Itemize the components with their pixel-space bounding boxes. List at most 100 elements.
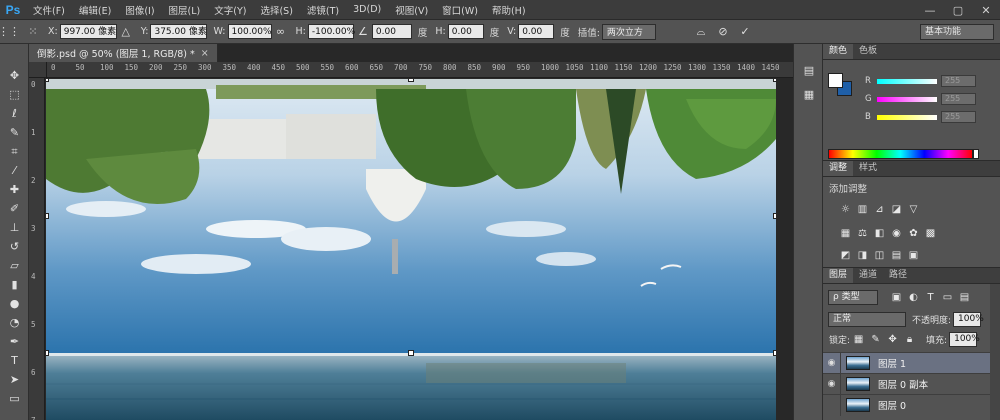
shape-tool-icon[interactable]: ▭ bbox=[0, 389, 29, 408]
black-white-icon[interactable]: ◧ bbox=[871, 225, 888, 242]
gradient-map-icon[interactable]: ▤ bbox=[888, 247, 905, 264]
blue-value[interactable]: 255 bbox=[941, 111, 976, 123]
link-icon[interactable]: ∞ bbox=[272, 23, 290, 41]
transform-tool-icon[interactable]: ⋮⋮ bbox=[0, 23, 20, 41]
tab-swatches[interactable]: 色板 bbox=[853, 44, 883, 59]
fill-input[interactable]: 100% bbox=[949, 331, 980, 347]
lock-image-icon[interactable]: ✎ bbox=[867, 331, 884, 348]
menu-filter[interactable]: 滤镜(T) bbox=[300, 3, 346, 17]
lock-all-icon[interactable]: 🔒︎ bbox=[901, 331, 918, 348]
minimize-button[interactable]: — bbox=[916, 0, 944, 20]
visibility-eye-icon[interactable]: ◉ bbox=[823, 352, 841, 374]
transform-handle-middle-right[interactable] bbox=[773, 213, 776, 219]
menu-file[interactable]: 文件(F) bbox=[26, 3, 72, 17]
pen-tool-icon[interactable]: ✒ bbox=[0, 332, 29, 351]
levels-icon[interactable]: ▥ bbox=[854, 201, 871, 218]
lock-position-icon[interactable]: ✥ bbox=[884, 331, 901, 348]
hskew-input[interactable]: 0.00 bbox=[447, 24, 484, 39]
photo-filter-icon[interactable]: ◉ bbox=[888, 225, 905, 242]
visibility-eye-icon-hidden[interactable] bbox=[823, 394, 841, 416]
tab-styles[interactable]: 样式 bbox=[853, 161, 883, 176]
hue-saturation-icon[interactable]: ▦ bbox=[837, 225, 854, 242]
foreground-color-swatch[interactable] bbox=[828, 73, 843, 88]
color-lookup-icon[interactable]: ▩ bbox=[922, 225, 939, 242]
transform-handle-bottom-left[interactable] bbox=[46, 350, 49, 356]
white-swatch[interactable] bbox=[973, 149, 979, 159]
menu-layer[interactable]: 图层(L) bbox=[162, 3, 208, 17]
triangle-icon[interactable]: △ bbox=[117, 23, 135, 41]
channel-mixer-icon[interactable]: ✿ bbox=[905, 225, 922, 242]
menu-view[interactable]: 视图(V) bbox=[388, 3, 435, 17]
workspace-select[interactable]: 基本功能 bbox=[920, 24, 994, 40]
tab-paths[interactable]: 路径 bbox=[883, 268, 913, 283]
tab-color[interactable]: 颜色 bbox=[823, 44, 854, 59]
tab-adjustments[interactable]: 调整 bbox=[823, 161, 854, 176]
menu-select[interactable]: 选择(S) bbox=[253, 3, 299, 17]
menu-help[interactable]: 帮助(H) bbox=[485, 3, 533, 17]
dodge-tool-icon[interactable]: ◔ bbox=[0, 313, 29, 332]
layer-item-1[interactable]: ◉ 图层 1 bbox=[823, 352, 1000, 374]
layer-filter-select[interactable]: ρ 类型 bbox=[828, 289, 878, 305]
opacity-input[interactable]: 100% bbox=[953, 311, 984, 327]
transform-handle-bottom-center[interactable] bbox=[408, 350, 414, 356]
transform-handle-top-center[interactable] bbox=[408, 79, 414, 82]
tab-layers[interactable]: 图层 bbox=[823, 268, 854, 283]
angle-input[interactable]: 0.00 bbox=[371, 24, 412, 39]
ruler-corner[interactable] bbox=[29, 62, 47, 78]
interpolation-select[interactable]: 两次立方 bbox=[601, 23, 656, 40]
history-brush-tool-icon[interactable]: ↺ bbox=[0, 237, 29, 256]
visibility-eye-icon[interactable]: ◉ bbox=[823, 373, 841, 395]
brush-tool-icon[interactable]: ✐ bbox=[0, 199, 29, 218]
brightness-icon[interactable]: ☼ bbox=[837, 201, 854, 218]
document-tab[interactable]: 倒影.psd @ 50% (图层 1, RGB/8) * × bbox=[29, 44, 218, 62]
healing-brush-tool-icon[interactable]: ✚ bbox=[0, 180, 29, 199]
menu-window[interactable]: 窗口(W) bbox=[435, 3, 485, 17]
layer-item-3[interactable]: 图层 0 bbox=[823, 394, 1000, 416]
lock-transparent-icon[interactable]: ▦ bbox=[850, 331, 867, 348]
menu-3d[interactable]: 3D(D) bbox=[346, 4, 388, 15]
w-input[interactable]: 100.00% bbox=[227, 24, 272, 39]
vibrance-icon[interactable]: ▽ bbox=[905, 201, 922, 218]
red-value[interactable]: 255 bbox=[941, 75, 976, 87]
eyedropper-tool-icon[interactable]: ⁄ bbox=[0, 161, 29, 180]
cancel-transform-icon[interactable]: ⊘ bbox=[714, 23, 732, 41]
commit-transform-icon[interactable]: ✓ bbox=[736, 23, 754, 41]
filter-shape-icon[interactable]: ▭ bbox=[939, 289, 956, 306]
marquee-tool-icon[interactable]: ⬚ bbox=[0, 85, 29, 104]
exposure-icon[interactable]: ◪ bbox=[888, 201, 905, 218]
path-select-tool-icon[interactable]: ➤ bbox=[0, 370, 29, 389]
threshold-icon[interactable]: ◫ bbox=[871, 247, 888, 264]
filter-adjust-icon[interactable]: ◐ bbox=[905, 289, 922, 306]
y-input[interactable]: 375.00 像素 bbox=[150, 24, 208, 39]
clone-stamp-tool-icon[interactable]: ⊥ bbox=[0, 218, 29, 237]
maximize-button[interactable]: ▢ bbox=[944, 0, 972, 20]
filter-pixel-icon[interactable]: ▣ bbox=[888, 289, 905, 306]
blur-tool-icon[interactable]: ● bbox=[0, 294, 29, 313]
layer-item-2[interactable]: ◉ 图层 0 副本 bbox=[823, 373, 1000, 395]
color-spectrum[interactable] bbox=[828, 149, 973, 159]
menu-edit[interactable]: 编辑(E) bbox=[72, 3, 118, 17]
filter-smart-icon[interactable]: ▤ bbox=[956, 289, 973, 306]
blue-slider[interactable] bbox=[877, 114, 937, 120]
quick-select-tool-icon[interactable]: ✎ bbox=[0, 123, 29, 142]
transform-handle-top-right[interactable] bbox=[773, 79, 776, 82]
horizontal-ruler[interactable]: 0 50 100 150 200 250 300 350 400 450 500 550 600 650 7… bbox=[47, 62, 793, 78]
warp-icon[interactable]: ⌓ bbox=[692, 23, 710, 41]
color-balance-icon[interactable]: ⚖ bbox=[854, 225, 871, 242]
red-slider[interactable] bbox=[877, 78, 937, 84]
eraser-tool-icon[interactable]: ▱ bbox=[0, 256, 29, 275]
type-tool-icon[interactable]: T bbox=[0, 351, 29, 370]
gradient-tool-icon[interactable]: ▮ bbox=[0, 275, 29, 294]
properties-panel-icon[interactable]: ▦ bbox=[794, 82, 824, 106]
crop-tool-icon[interactable]: ⌗ bbox=[0, 142, 29, 161]
menu-type[interactable]: 文字(Y) bbox=[207, 3, 253, 17]
transform-handle-top-left[interactable] bbox=[46, 79, 49, 82]
blend-mode-select[interactable]: 正常 bbox=[828, 311, 906, 327]
image-canvas[interactable] bbox=[46, 79, 776, 420]
close-button[interactable]: ✕ bbox=[972, 0, 1000, 20]
menu-image[interactable]: 图像(I) bbox=[118, 3, 161, 17]
tab-channels[interactable]: 通道 bbox=[853, 268, 883, 283]
history-panel-icon[interactable]: ▤ bbox=[794, 58, 824, 82]
green-value[interactable]: 255 bbox=[941, 93, 976, 105]
posterize-icon[interactable]: ◨ bbox=[854, 247, 871, 264]
